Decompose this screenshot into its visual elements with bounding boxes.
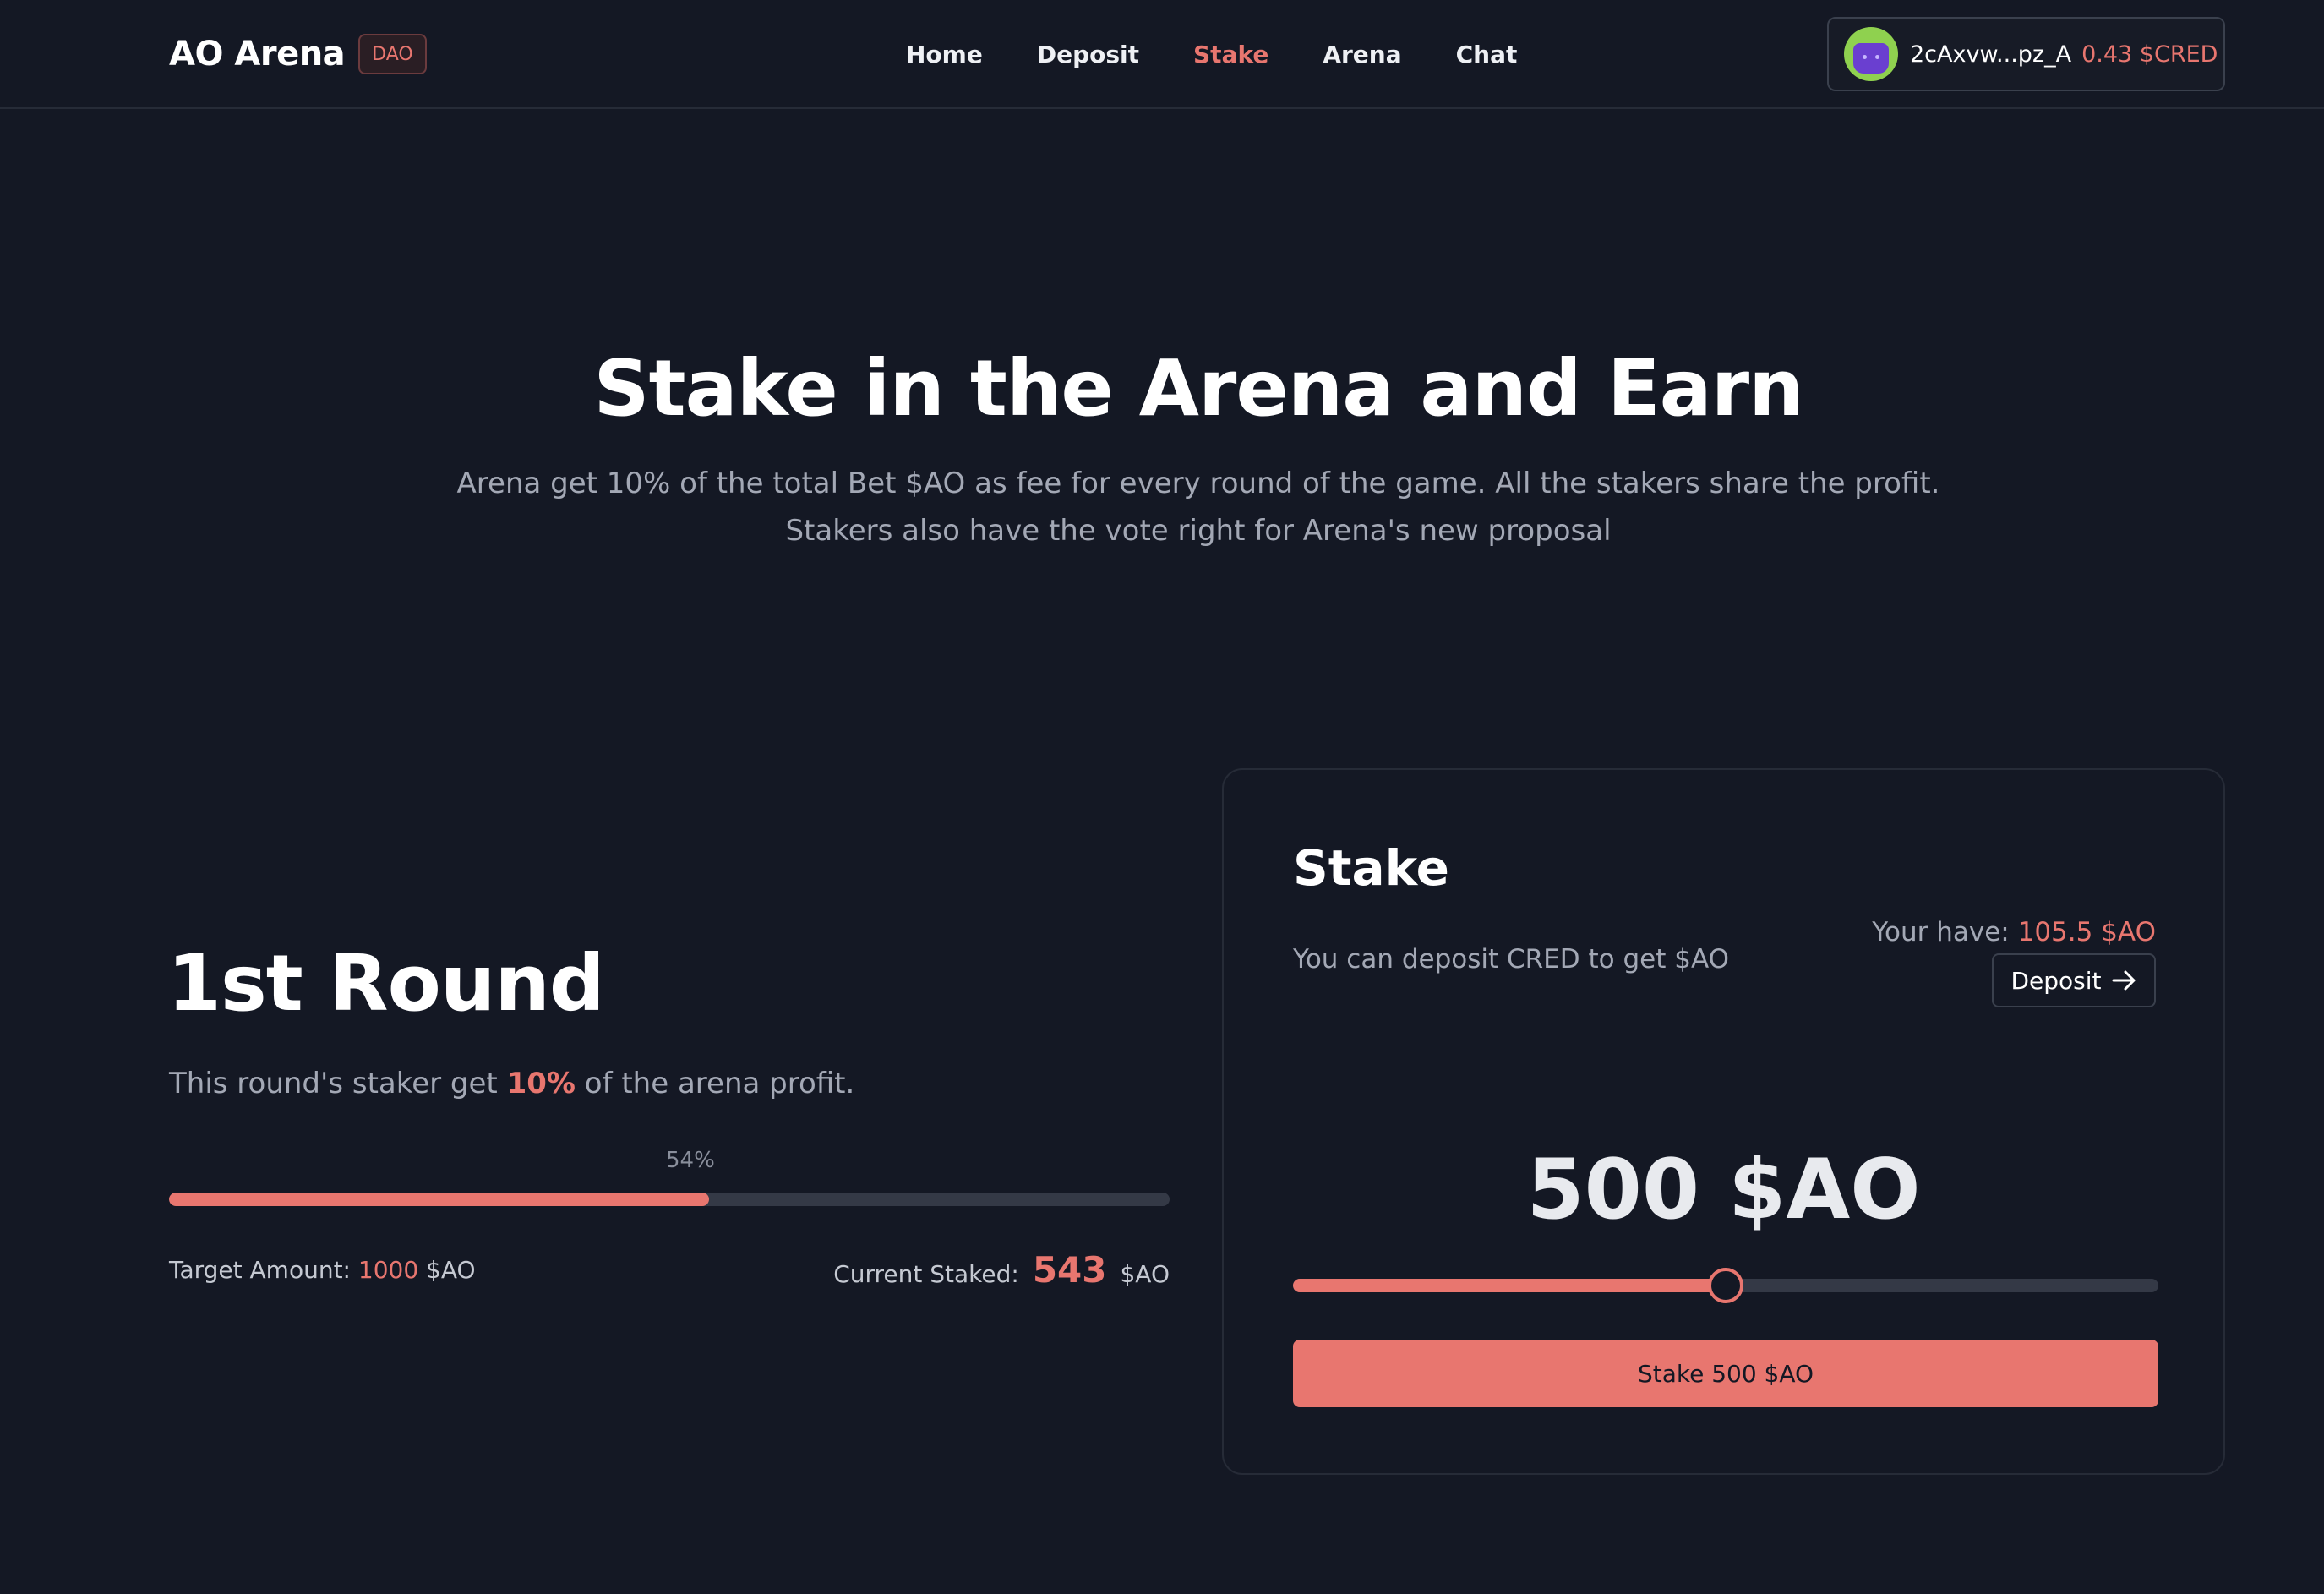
round-title: 1st Round — [167, 938, 605, 1029]
round-description: This round's staker get 10% of the arena… — [169, 1067, 854, 1100]
round-desc-prefix: This round's staker get — [169, 1067, 507, 1100]
wallet-address: 2cAxvw...pz_A — [1910, 41, 2072, 68]
round-profit-share: 10% — [506, 1067, 576, 1100]
brand[interactable]: AO Arena DAO — [169, 29, 427, 79]
subtitle-line-2: Stakers also have the vote right for Are… — [785, 514, 1612, 548]
stake-amount: 500 $AO — [1526, 1142, 1921, 1238]
dao-badge: DAO — [358, 34, 427, 74]
your-balance: Your have: 105.5 $AO — [1872, 917, 2156, 947]
slider-fill — [1293, 1279, 1726, 1292]
page-title: Stake in the Arena and Earn — [593, 343, 1803, 434]
nav-arena[interactable]: Arena — [1323, 41, 1401, 68]
current-label: Current Staked: — [833, 1260, 1019, 1288]
deposit-button-label: Deposit — [2010, 966, 2102, 995]
deposit-button[interactable]: Deposit — [1992, 953, 2156, 1007]
brand-name: AO Arena — [169, 35, 346, 74]
slider-thumb[interactable] — [1708, 1268, 1743, 1303]
main-nav: Home Deposit Stake Arena Chat — [906, 30, 1571, 78]
target-value: 1000 — [357, 1256, 419, 1284]
target-label: Target Amount: — [169, 1256, 358, 1284]
nav-deposit[interactable]: Deposit — [1037, 41, 1139, 68]
target-amount: Target Amount: 1000 $AO — [169, 1256, 476, 1284]
stake-amount-slider[interactable] — [1293, 1268, 2158, 1303]
have-label: Your have: — [1872, 917, 2018, 947]
nav-chat[interactable]: Chat — [1456, 41, 1518, 68]
arrow-right-icon — [2112, 970, 2136, 991]
stake-progress-bar — [169, 1193, 1170, 1206]
subtitle-line-1: Arena get 10% of the total Bet $AO as fe… — [456, 467, 1940, 500]
top-navbar: AO Arena DAO Home Deposit Stake Arena Ch… — [0, 0, 2324, 109]
page-subtitle: Arena get 10% of the total Bet $AO as fe… — [0, 460, 2324, 554]
current-staked: Current Staked: 543 $AO — [833, 1249, 1170, 1291]
have-value: 105.5 $AO — [2017, 917, 2156, 947]
wallet-balance: 0.43 $CRED — [2081, 41, 2218, 68]
progress-percent-label: 54% — [666, 1148, 715, 1173]
stake-button[interactable]: Stake 500 $AO — [1293, 1340, 2158, 1407]
wallet-button[interactable]: 2cAxvw...pz_A 0.43 $CRED — [1827, 17, 2225, 91]
stake-card: Stake You can deposit CRED to get $AO Yo… — [1222, 768, 2225, 1475]
nav-home[interactable]: Home — [906, 41, 983, 68]
stake-card-title: Stake — [1293, 839, 1449, 897]
nav-stake[interactable]: Stake — [1193, 41, 1268, 68]
current-value: 543 — [1032, 1249, 1107, 1291]
round-desc-suffix: of the arena profit. — [575, 1067, 855, 1100]
target-unit: $AO — [418, 1256, 476, 1284]
robot-avatar-icon — [1844, 27, 1898, 81]
stake-progress-fill — [169, 1193, 710, 1206]
current-unit: $AO — [1120, 1260, 1170, 1288]
deposit-hint: You can deposit CRED to get $AO — [1293, 944, 1730, 974]
